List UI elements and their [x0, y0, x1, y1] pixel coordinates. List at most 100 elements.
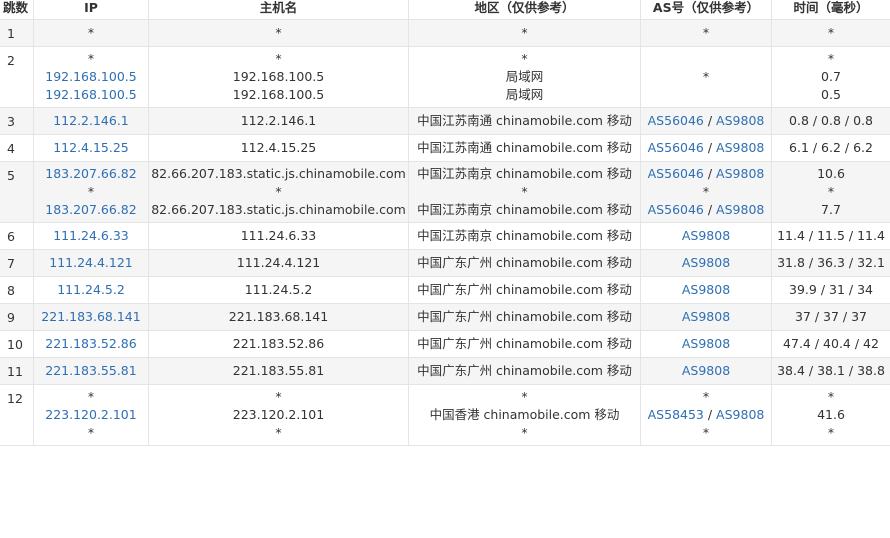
time-text: 11.4 / 11.5 / 11.4	[777, 228, 885, 243]
ip-cell: 221.183.52.86	[33, 330, 149, 358]
as-link[interactable]: AS9808	[716, 113, 764, 128]
hostname-cell: 111.24.4.121	[148, 249, 409, 277]
hop-number: 3	[0, 107, 34, 135]
as-link[interactable]: AS9808	[682, 228, 730, 243]
ip-link[interactable]: 112.2.146.1	[36, 112, 146, 130]
ip-link[interactable]: 183.207.66.82	[36, 165, 146, 183]
hostname-text: 82.66.207.183.static.js.chinamobile.com	[151, 166, 406, 181]
header-region: 地区（仅供参考）	[408, 0, 641, 20]
region-text: *	[521, 51, 528, 66]
hostname-cell: 221.183.55.81	[148, 357, 409, 385]
as-cell: AS9808	[640, 357, 772, 385]
as-cell: AS56046 / AS9808	[640, 134, 772, 162]
as-link[interactable]: AS9808	[682, 255, 730, 270]
time-text: 6.1 / 6.2 / 6.2	[789, 140, 873, 155]
as-separator: /	[703, 140, 717, 155]
table-row: 9 221.183.68.141 221.183.68.141 中国广东广州 chin…	[0, 303, 890, 331]
header-hop: 跳数	[0, 0, 34, 20]
header-row: 跳数 IP 主机名 地区（仅供参考） AS号（仅供参考） 时间（毫秒）	[0, 0, 890, 20]
table-header: 跳数 IP 主机名 地区（仅供参考） AS号（仅供参考） 时间（毫秒）	[0, 0, 890, 20]
time-cell: 0.8 / 0.8 / 0.8	[771, 107, 890, 135]
as-link[interactable]: AS56046	[648, 202, 704, 217]
as-cell: * AS58453 / AS9808 *	[640, 384, 772, 446]
ip-link[interactable]: 223.120.2.101	[36, 406, 146, 424]
ip-link[interactable]: 111.24.5.2	[36, 281, 146, 299]
as-cell: AS56046 / AS9808	[640, 107, 772, 135]
table-row: 10 221.183.52.86 221.183.52.86 中国广东广州 china…	[0, 330, 890, 358]
hostname-text: 223.120.2.101	[232, 407, 325, 422]
as-link[interactable]: AS9808	[682, 336, 730, 351]
region-cell: *	[408, 19, 641, 47]
ip-link[interactable]: 221.183.68.141	[36, 308, 146, 326]
header-hostname: 主机名	[148, 0, 409, 20]
time-text: 0.5	[821, 87, 841, 102]
region-cell: 中国江苏南通 chinamobile.com 移动	[408, 107, 641, 135]
as-link[interactable]: AS9808	[716, 202, 764, 217]
hostname-text: 192.168.100.5	[232, 69, 325, 84]
time-cell: * 0.7 0.5	[771, 46, 890, 108]
as-line: AS9808	[643, 254, 769, 272]
time-text: 39.9 / 31 / 34	[789, 282, 873, 297]
hostname-text: *	[275, 389, 282, 404]
ip-cell: 111.24.6.33	[33, 222, 149, 250]
as-cell: AS9808	[640, 276, 772, 304]
hop-number: 4	[0, 134, 34, 162]
time-cell: 37 / 37 / 37	[771, 303, 890, 331]
ip-cell: 183.207.66.82 * 183.207.66.82	[33, 161, 149, 223]
ip-link[interactable]: 111.24.6.33	[36, 227, 146, 245]
hop-number: 2	[0, 46, 34, 108]
as-link[interactable]: AS58453	[648, 407, 704, 422]
as-cell: *	[640, 19, 772, 47]
ip-cell: 112.4.15.25	[33, 134, 149, 162]
header-ip: IP	[33, 0, 149, 20]
ip-cell: * 192.168.100.5 192.168.100.5	[33, 46, 149, 108]
region-text: *	[521, 25, 528, 40]
as-line: AS9808	[643, 335, 769, 353]
ip-cell: 111.24.4.121	[33, 249, 149, 277]
as-link[interactable]: AS9808	[682, 282, 730, 297]
region-cell: * 中国香港 chinamobile.com 移动 *	[408, 384, 641, 446]
ip-link[interactable]: 221.183.52.86	[36, 335, 146, 353]
as-line: AS58453 / AS9808	[643, 406, 769, 424]
region-text: 中国广东广州 chinamobile.com 移动	[417, 282, 632, 297]
as-link[interactable]: AS9808	[716, 407, 764, 422]
hostname-text: 112.2.146.1	[240, 113, 317, 128]
ip-link[interactable]: 183.207.66.82	[36, 201, 146, 219]
time-text: *	[827, 389, 835, 404]
hostname-text: 221.183.52.86	[232, 336, 325, 351]
as-separator: /	[703, 407, 717, 422]
as-line: *	[643, 388, 769, 406]
ip-link[interactable]: 221.183.55.81	[36, 362, 146, 380]
table-row: 6 111.24.6.33 111.24.6.33 中国江苏南京 chinamobil…	[0, 222, 890, 250]
hostname-text: 82.66.207.183.static.js.chinamobile.com	[151, 202, 406, 217]
as-link[interactable]: AS9808	[716, 140, 764, 155]
ip-link[interactable]: 111.24.4.121	[36, 254, 146, 272]
region-text: *	[521, 389, 528, 404]
as-link[interactable]: AS9808	[716, 166, 764, 181]
as-text: *	[702, 69, 710, 84]
hostname-cell: 82.66.207.183.static.js.chinamobile.com *…	[148, 161, 409, 223]
as-link[interactable]: AS56046	[648, 113, 704, 128]
region-text: *	[521, 425, 528, 440]
time-text: *	[827, 184, 835, 199]
ip-text: *	[87, 389, 95, 404]
table-row: 11 221.183.55.81 221.183.55.81 中国广东广州 china…	[0, 357, 890, 385]
ip-cell: 221.183.55.81	[33, 357, 149, 385]
as-link[interactable]: AS9808	[682, 309, 730, 324]
time-cell: 31.8 / 36.3 / 32.1	[771, 249, 890, 277]
as-line: AS9808	[643, 308, 769, 326]
as-cell: AS9808	[640, 249, 772, 277]
as-link[interactable]: AS56046	[648, 140, 704, 155]
hostname-text: 112.4.15.25	[240, 140, 317, 155]
ip-link[interactable]: 112.4.15.25	[36, 139, 146, 157]
as-link[interactable]: AS9808	[682, 363, 730, 378]
region-cell: 中国广东广州 chinamobile.com 移动	[408, 276, 641, 304]
region-text: 中国江苏南京 chinamobile.com 移动	[417, 202, 632, 217]
ip-link[interactable]: 192.168.100.5	[36, 68, 146, 86]
as-link[interactable]: AS56046	[648, 166, 704, 181]
time-cell: *	[771, 19, 890, 47]
hostname-text: 111.24.4.121	[236, 255, 321, 270]
ip-link[interactable]: 192.168.100.5	[36, 86, 146, 104]
ip-text: *	[87, 425, 95, 440]
ip-text: *	[87, 51, 95, 66]
